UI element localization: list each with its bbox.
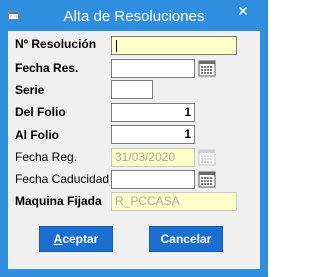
al-folio-value: 1	[184, 127, 191, 141]
maquina-fijada-value: R_PCCASA	[115, 194, 180, 208]
fecha-caducidad-label: Fecha Caducidad	[15, 172, 110, 186]
calendar-icon	[198, 148, 216, 166]
title-bar[interactable]: Alta de Resoluciones ✕	[0, 0, 268, 31]
calendar-icon[interactable]	[198, 170, 216, 188]
cancelar-button[interactable]: Cancelar	[149, 226, 223, 252]
del-folio-value: 1	[184, 105, 191, 119]
resolucion-label: Nº Resolución	[15, 37, 97, 51]
fecha-res-label: Fecha Res.	[15, 61, 79, 75]
maquina-fijada-input: R_PCCASA	[111, 192, 237, 211]
al-folio-label: Al Folio	[15, 128, 59, 142]
close-icon: ✕	[237, 4, 249, 20]
resolucion-input[interactable]	[111, 36, 237, 55]
aceptar-mnemonic: A	[53, 232, 63, 246]
del-folio-label: Del Folio	[15, 105, 66, 119]
dialog-window: Alta de Resoluciones ✕ Nº Resolución Fec…	[0, 0, 268, 277]
fecha-reg-input: 31/03/2020	[111, 148, 195, 167]
aceptar-button[interactable]: Aceptar	[39, 226, 113, 252]
del-folio-input[interactable]: 1	[111, 103, 195, 122]
form-area: Nº Resolución Fecha Res. Serie Del Folio…	[8, 31, 260, 269]
maquina-fijada-label: Maquina Fijada	[15, 194, 102, 208]
close-button[interactable]: ✕	[226, 1, 260, 23]
fecha-res-input[interactable]	[111, 59, 195, 78]
text-caret	[116, 40, 117, 52]
serie-input[interactable]	[111, 80, 153, 99]
fecha-caducidad-input[interactable]	[111, 170, 195, 189]
cancelar-label: Cancelar	[160, 232, 212, 246]
fecha-reg-label: Fecha Reg.	[15, 150, 78, 164]
serie-label: Serie	[15, 83, 45, 97]
calendar-icon[interactable]	[198, 59, 216, 77]
fecha-reg-value: 31/03/2020	[115, 150, 176, 164]
al-folio-input[interactable]: 1	[111, 125, 195, 144]
aceptar-label: ceptar	[62, 232, 99, 246]
